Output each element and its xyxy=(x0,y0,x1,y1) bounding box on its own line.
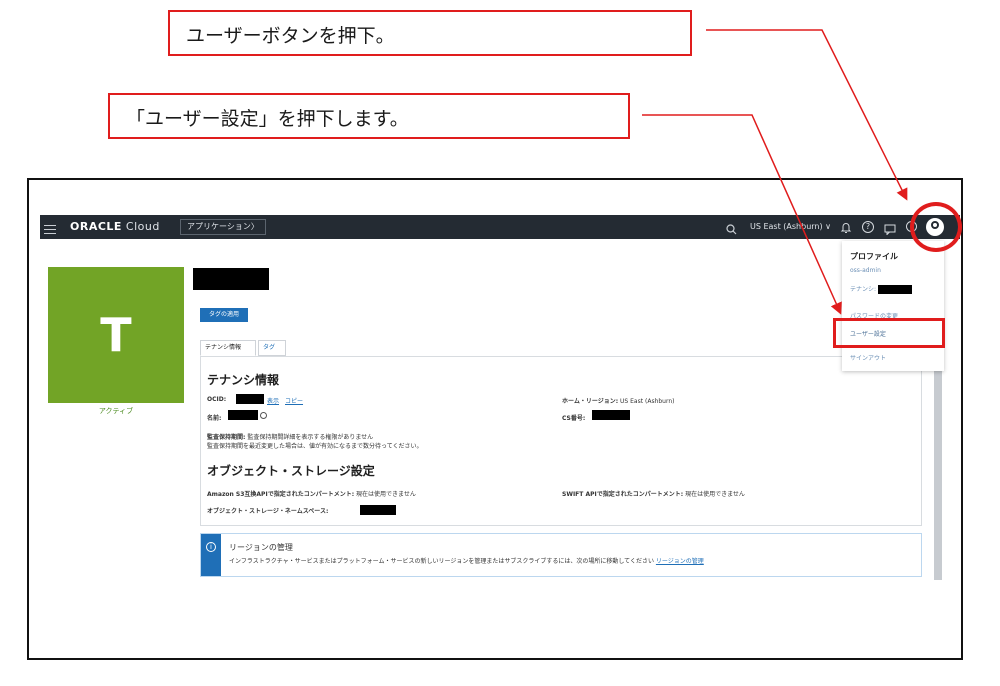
annotation-arrows xyxy=(642,29,908,315)
arrow-to-user-button xyxy=(706,29,908,201)
arrow-to-user-settings xyxy=(642,114,842,315)
